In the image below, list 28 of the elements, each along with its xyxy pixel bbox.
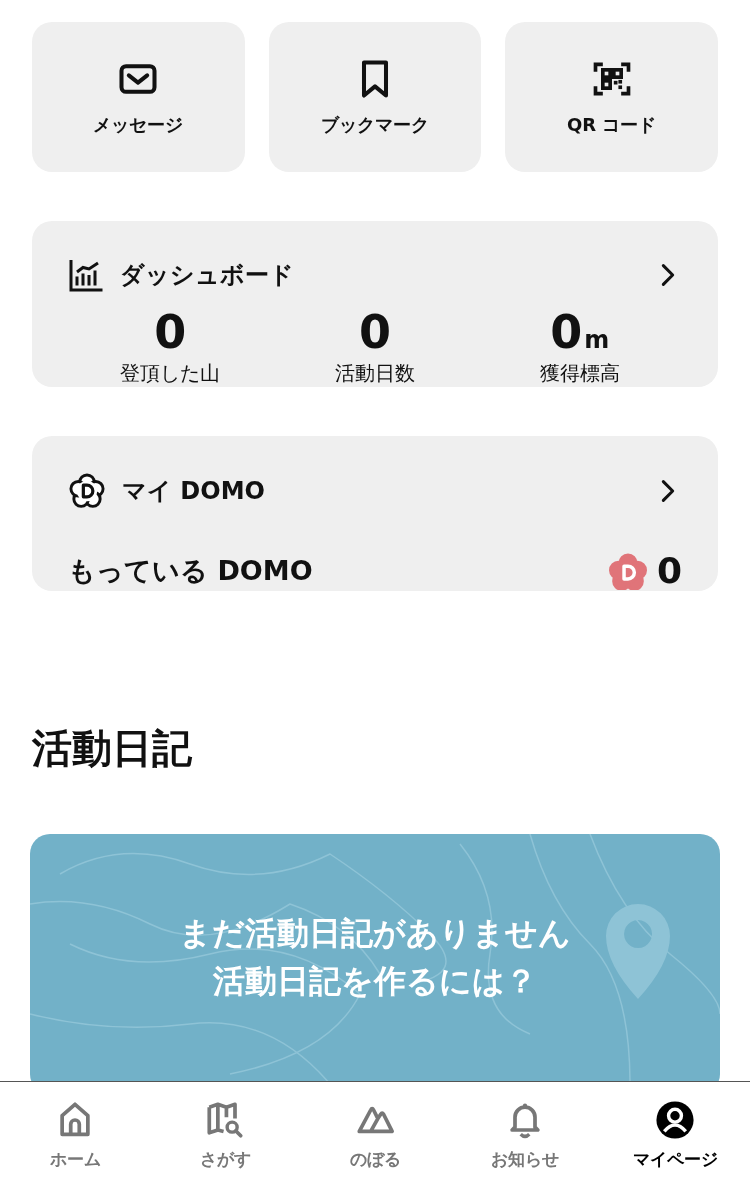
map-search-icon (205, 1100, 245, 1140)
tab[interactable]: さがす (150, 1082, 300, 1180)
tab[interactable]: マイページ (600, 1082, 750, 1180)
card-title: ダッシュボード (120, 260, 295, 291)
flower-badge-icon (68, 472, 106, 511)
stat-value: 0 (359, 305, 391, 361)
stat-value: 0 m (550, 305, 610, 361)
shortcut-button[interactable]: ブックマーク (268, 22, 482, 172)
shortcut-button[interactable]: QR コード (505, 22, 718, 172)
stat-label: 活動日数 (335, 360, 415, 388)
user-icon (655, 1100, 695, 1140)
banner-text: 活動日記を作るには？ (213, 961, 537, 1003)
domo-card[interactable]: マイ DOMO もっている DOMO 0 (32, 436, 718, 592)
stat-value: 0 (154, 305, 187, 361)
section-heading: 活動日記 (32, 724, 193, 774)
stat-label: 獲得標高 (539, 360, 620, 388)
tab[interactable]: のぼる (300, 1082, 450, 1180)
domo-count: 0 (656, 550, 682, 592)
chart-icon (68, 257, 104, 293)
shortcut-button[interactable]: メッセージ (32, 22, 245, 172)
tab[interactable]: お知らせ (450, 1082, 600, 1180)
tab[interactable]: ホーム (0, 1082, 150, 1180)
flower-badge-icon (608, 551, 647, 590)
owned-label: もっている DOMO (68, 553, 314, 588)
dashboard-card[interactable]: ダッシュボード 0 登頂した山 0 活動日数 0 m 獲得標高 (32, 221, 718, 388)
banner-text: まだ活動日記がありません (179, 913, 571, 955)
stat-label: 登頂した山 (120, 360, 221, 388)
card-title: マイ DOMO (122, 476, 266, 508)
